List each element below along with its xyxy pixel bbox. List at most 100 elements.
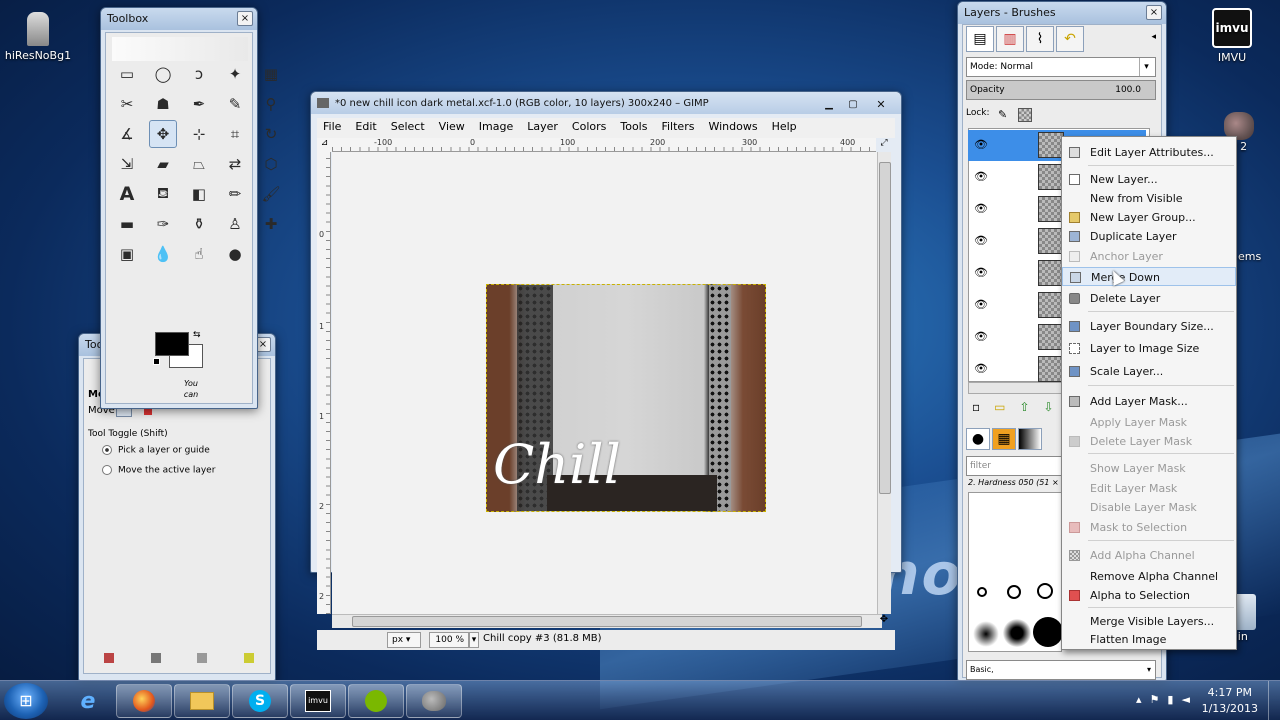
menu-colors[interactable]: Colors [566,118,612,138]
lock-alpha-icon[interactable] [1018,108,1032,122]
heal-icon[interactable]: ✚ [257,210,285,238]
taskbar-ie[interactable]: e [60,684,116,718]
eye-icon[interactable]: 👁 [974,330,988,343]
maximize-button[interactable]: ▢ [841,94,865,110]
tab-undo[interactable]: ↶ [1056,26,1084,52]
taskbar-gimp[interactable] [406,684,462,718]
brush-preset-select[interactable]: Basic, ▾ [966,660,1156,680]
tab-channels[interactable]: ▥ [996,26,1024,52]
menu-item-edit-layer-attributes[interactable]: Edit Layer Attributes... [1062,143,1236,162]
tray-expand-icon[interactable]: ▴ [1136,693,1142,706]
blur-icon[interactable]: 💧 [149,240,177,268]
menu-item-show-layer-mask[interactable]: Show Layer Mask [1062,459,1236,478]
shear-icon[interactable]: ▰ [149,150,177,178]
wilber-drop-zone[interactable] [112,37,248,61]
menu-item-flatten-image[interactable]: Flatten Image [1062,630,1236,649]
text-tool-icon[interactable]: A [113,180,141,208]
radio-move-layer[interactable]: Move the active layer [102,465,215,476]
tab-patterns[interactable]: ▦ [992,428,1016,450]
menu-help[interactable]: Help [766,118,803,138]
ellipse-select-icon[interactable]: ◯ [149,60,177,88]
perspective-clone-icon[interactable]: ▣ [113,240,141,268]
menu-item-add-alpha-channel[interactable]: Add Alpha Channel [1062,546,1236,565]
scroll-thumb[interactable] [352,616,862,627]
restore-options-icon[interactable] [150,653,161,663]
color-select-icon[interactable]: ▦ [257,60,285,88]
volume-icon[interactable]: ◄ [1181,693,1189,706]
reset-options-icon[interactable] [243,653,254,663]
align-icon[interactable]: ⊹ [185,120,213,148]
menu-image[interactable]: Image [473,118,519,138]
quick-mask-corner[interactable]: ⊿ [317,138,332,152]
eye-icon[interactable]: 👁 [974,234,988,247]
new-layer-icon[interactable]: ▫ [972,400,980,414]
eye-icon[interactable]: 👁 [974,266,988,279]
menu-item-delete-layer[interactable]: Delete Layer [1062,289,1236,308]
lock-pixels-icon[interactable]: ✎ [998,108,1007,121]
taskbar-imvu[interactable]: imvu [290,684,346,718]
fuzzy-select-icon[interactable]: ✦ [221,60,249,88]
free-select-icon[interactable]: ↄ [185,60,213,88]
gimp-close-button[interactable]: ✕ [867,94,895,111]
menu-view[interactable]: View [433,118,471,138]
ink-icon[interactable]: ⚱ [185,210,213,238]
zoom-dropdown[interactable]: ▾ [469,632,479,648]
menu-item-duplicate-layer[interactable]: Duplicate Layer [1062,227,1236,246]
toolbox-titlebar[interactable]: Toolbox × [101,8,257,30]
dodge-burn-icon[interactable]: ● [221,240,249,268]
save-options-icon[interactable] [104,653,114,663]
taskbar-firefox[interactable] [116,684,172,718]
zoom-icon[interactable]: ⚲ [257,90,285,118]
flag-icon[interactable]: ⚑ [1150,693,1160,706]
crop-icon[interactable]: ⌗ [221,120,249,148]
menu-filters[interactable]: Filters [655,118,700,138]
menu-item-merge-down[interactable]: Merge Down [1062,267,1236,286]
menu-item-anchor-layer[interactable]: Anchor Layer [1062,247,1236,266]
menu-item-delete-layer-mask[interactable]: Delete Layer Mask [1062,432,1236,451]
taskbar-spotify[interactable] [348,684,404,718]
menu-item-layer-to-image-size[interactable]: Layer to Image Size [1062,339,1236,358]
unit-select[interactable]: px ▾ [387,632,421,648]
eye-icon[interactable]: 👁 [974,362,988,375]
layers-close-button[interactable]: × [1146,5,1162,20]
tab-paths[interactable]: ⌇ [1026,26,1054,52]
paintbrush-icon[interactable]: 🖌 [257,180,285,208]
minimize-button[interactable]: ▁ [817,94,841,110]
vertical-scrollbar[interactable] [877,152,891,614]
menu-edit[interactable]: Edit [349,118,382,138]
scroll-thumb[interactable] [879,162,891,494]
tab-layers[interactable]: ▤ [966,26,994,52]
default-colors-icon[interactable] [153,358,160,365]
start-button[interactable]: ⊞ [4,683,48,719]
menu-windows[interactable]: Windows [702,118,763,138]
menu-item-remove-alpha-channel[interactable]: Remove Alpha Channel [1062,567,1236,586]
menu-item-edit-layer-mask[interactable]: Edit Layer Mask [1062,479,1236,498]
eye-icon[interactable]: 👁 [974,138,988,151]
delete-options-icon[interactable] [197,653,208,663]
tab-menu-button[interactable]: ◂ [1151,32,1156,42]
perspective-icon[interactable]: ⏢ [185,150,213,178]
menu-item-disable-layer-mask[interactable]: Disable Layer Mask [1062,498,1236,517]
eye-icon[interactable]: 👁 [974,202,988,215]
image-canvas[interactable]: Chill [486,284,766,512]
scale-icon[interactable]: ⇲ [113,150,141,178]
radio-pick-layer[interactable]: Pick a layer or guide [102,445,210,456]
network-icon[interactable]: ▮ [1167,693,1173,706]
clone-icon[interactable]: ♙ [221,210,249,238]
brush-filter-input[interactable]: filter [966,456,1062,476]
system-clock[interactable]: 4:17 PM 1/13/2013 [1202,685,1258,717]
eye-icon[interactable]: 👁 [974,298,988,311]
menu-item-new-layer-group[interactable]: New Layer Group... [1062,208,1236,227]
menu-item-merge-visible-layers[interactable]: Merge Visible Layers... [1062,612,1236,631]
menu-select[interactable]: Select [385,118,431,138]
menu-layer[interactable]: Layer [521,118,564,138]
vertical-ruler[interactable]: 0 1 1 2 2 [317,152,331,614]
desktop-icon-partial[interactable]: ems [1238,250,1278,263]
move-tool-icon[interactable]: ✥ [149,120,177,148]
eraser-icon[interactable]: ▬ [113,210,141,238]
rect-select-icon[interactable]: ▭ [113,60,141,88]
menu-item-layer-boundary-size[interactable]: Layer Boundary Size... [1062,317,1236,336]
desktop-icon-hiresnobg1[interactable]: hiResNoBg1 [0,12,76,62]
menu-item-new-from-visible[interactable]: New from Visible [1062,189,1236,208]
menu-item-scale-layer[interactable]: Scale Layer... [1062,362,1236,381]
